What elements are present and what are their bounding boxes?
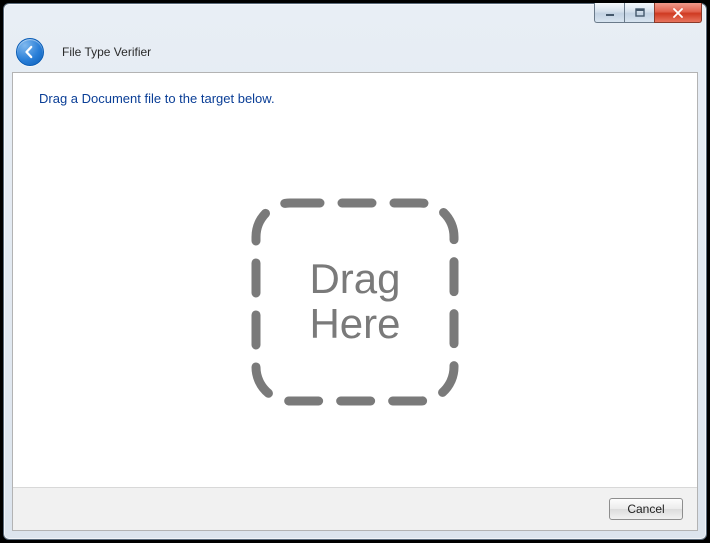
maximize-button[interactable] — [624, 3, 654, 23]
client-area: Drag a Document file to the target below… — [12, 72, 698, 531]
page-title: File Type Verifier — [62, 45, 151, 59]
cancel-button[interactable]: Cancel — [609, 498, 683, 520]
minimize-button[interactable] — [594, 3, 624, 23]
arrow-left-icon — [22, 44, 38, 60]
window-frame: File Type Verifier Drag a Document file … — [3, 3, 707, 540]
dashed-border-icon — [250, 197, 460, 407]
window-controls — [594, 3, 702, 23]
footer: Cancel — [13, 487, 697, 530]
drop-target[interactable]: Drag Here — [250, 197, 460, 407]
nav-row: File Type Verifier — [4, 32, 706, 72]
back-button[interactable] — [16, 38, 44, 66]
close-button[interactable] — [654, 3, 702, 23]
drop-area: Drag Here — [13, 116, 697, 487]
titlebar[interactable] — [4, 4, 706, 32]
instruction-text: Drag a Document file to the target below… — [13, 73, 697, 116]
